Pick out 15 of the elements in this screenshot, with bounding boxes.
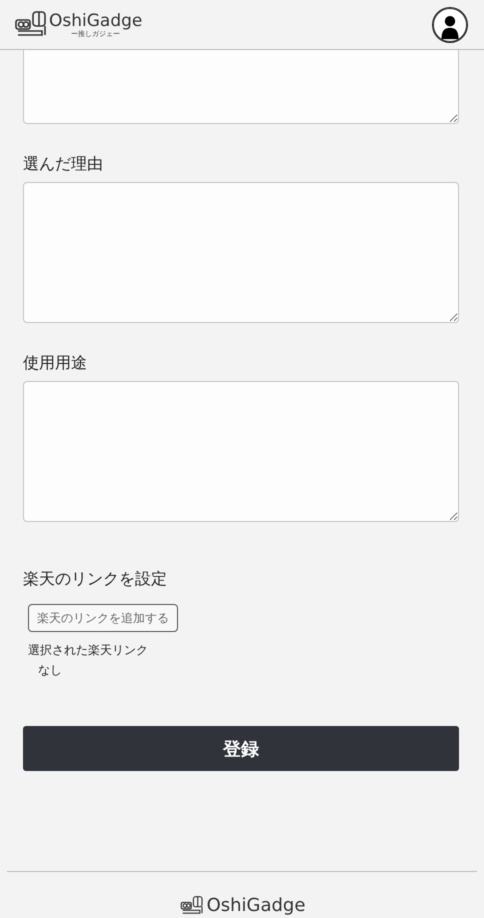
logo-icon [14,10,48,38]
user-avatar-icon[interactable] [432,6,468,42]
logo-icon [178,896,205,916]
submit-button[interactable]: 登録 [23,726,459,771]
field-label: 使用用途 [23,353,88,374]
text-area[interactable] [23,50,459,124]
text-area[interactable] [23,381,459,522]
logo-text[interactable]: OshiGadge [49,12,142,30]
selected-link-label: 選択された楽天リンク [28,642,149,659]
footer-logo-text[interactable]: OshiGadge [206,896,306,916]
selected-link-value: なし [38,662,63,679]
add-link-button[interactable]: 楽天のリンクを追加する [28,604,178,632]
rakuten-label: 楽天のリンクを設定 [23,569,168,590]
field-label: 選んだ理由 [23,154,104,175]
text-area[interactable] [23,182,459,323]
